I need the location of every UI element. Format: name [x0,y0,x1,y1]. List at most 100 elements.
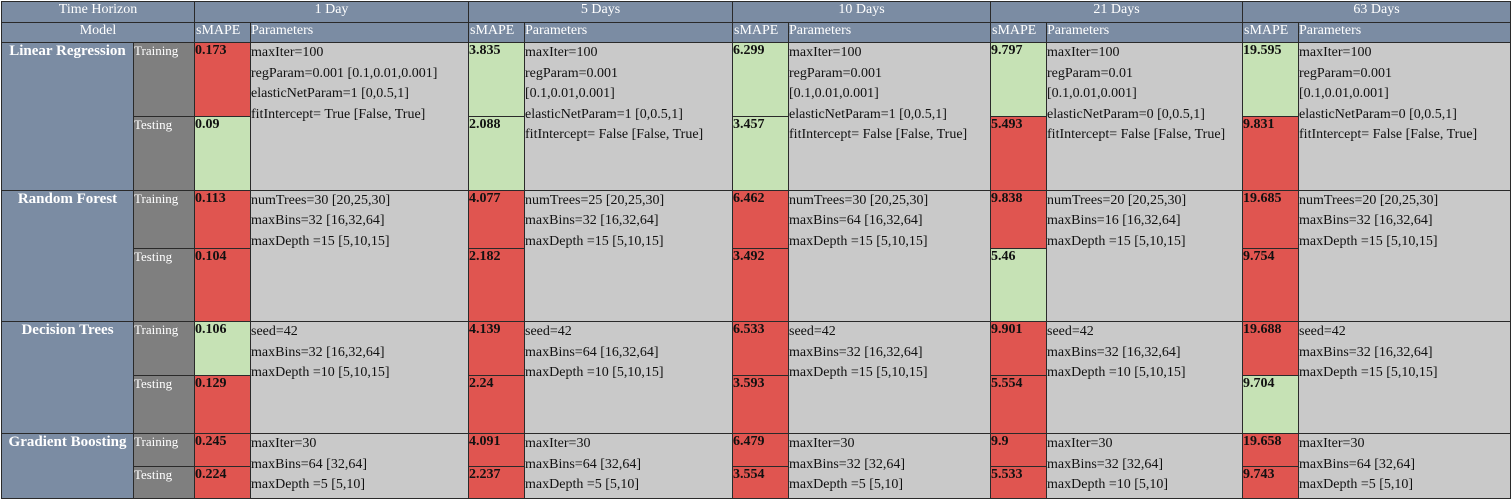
training-label: Training [133,321,195,377]
horizon-header-21-days: 21 Days [990,1,1244,23]
parameter-line: maxBins=32 [16,32,64] [251,213,385,229]
parameters-5-days: numTrees=25 [20,25,30] maxBins=32 [16,32,… [524,189,734,323]
smape-header: sMAPE [732,21,790,44]
parameter-line: regParam=0.001 [789,65,883,81]
smape-testing-1-day: 0.129 [194,375,251,435]
smape-testing-63-days: 9.743 [1242,466,1300,499]
testing-label: Testing [133,247,195,323]
parameter-line: numTrees=20 [20,25,30] [1299,192,1439,208]
smape-training-10-days: 6.299 [732,42,790,118]
testing-label: Testing [133,375,195,435]
parameter-line: maxDepth =5 [5,10] [789,477,904,493]
parameter-line: maxBins=32 [16,32,64] [251,344,385,360]
parameter-line: regParam=0.001 [1299,65,1393,81]
smape-testing-5-days: 2.182 [468,247,526,323]
smape-training-5-days: 4.091 [468,433,526,468]
smape-training-21-days: 9.838 [990,189,1048,249]
parameter-line: maxIter=30 [789,436,855,452]
smape-testing-63-days: 9.704 [1242,375,1300,435]
parameter-line: seed=42 [789,324,836,340]
smape-training-1-day: 0.113 [194,189,251,249]
parameters-21-days: numTrees=20 [20,25,30] maxBins=16 [16,32,… [1046,189,1244,323]
parameters-10-days: numTrees=30 [20,25,30] maxBins=64 [16,32,… [788,189,992,323]
parameter-line: [0.1,0.01,0.001] [525,86,615,102]
smape-training-21-days: 9.9 [990,433,1048,468]
parameters-header: Parameters [1298,21,1511,44]
smape-testing-21-days: 5.533 [990,466,1048,499]
parameter-line: seed=42 [525,324,572,340]
smape-testing-1-day: 0.104 [194,247,251,323]
parameter-line: maxDepth =5 [5,10] [525,477,640,493]
parameters-63-days: maxIter=30 maxBins=64 [32,64] maxDepth =5 … [1298,433,1511,499]
parameter-line: maxDepth =10 [5,10,15] [525,365,664,381]
parameter-line: maxBins=32 [32,64] [1047,456,1164,472]
parameter-line: regParam=0.001 [0.1,0.01,0.001] [251,65,438,81]
training-label: Training [133,189,195,249]
parameter-line: seed=42 [1047,324,1094,340]
smape-training-1-day: 0.173 [194,42,251,118]
parameter-line: maxBins=16 [16,32,64] [1047,213,1181,229]
model-row-testing: Testing 0.104 2.182 3.492 5.46 9.754 [2,247,1511,323]
model-name-gradient-boosting: Gradient Boosting [1,433,134,499]
parameter-line: maxBins=32 [16,32,64] [789,344,923,360]
smape-testing-1-day: 0.224 [194,466,251,499]
results-table: Time Horizon 1 Day 5 Days 10 Days 21 Day… [1,1,1511,499]
parameters-5-days: seed=42 maxBins=64 [16,32,64] maxDepth =10… [524,321,734,435]
parameter-line: maxDepth =15 [5,10,15] [789,365,928,381]
time-horizon-header: Time Horizon [1,1,195,23]
table-body: Time Horizon 1 Day 5 Days 10 Days 21 Day… [1,1,1511,499]
parameter-line: fitIntercept= False [False, True] [1047,127,1226,143]
header-row-columns: Model sMAPE Parameters sMAPE Parameters … [1,21,1511,44]
parameters-21-days: seed=42 maxBins=32 [16,32,64] maxDepth =10… [1046,321,1244,435]
parameter-line: [0.1,0.01,0.001] [789,86,879,102]
model-row-testing: Testing 0.224 2.237 3.554 5.533 9.743 [2,466,1511,499]
parameter-line: maxIter=30 [525,436,591,452]
parameter-line: elasticNetParam=1 [0,0.5,1] [251,86,409,102]
parameter-line: maxIter=30 [1047,436,1113,452]
parameter-line: maxDepth =15 [5,10,15] [789,233,928,249]
parameter-line: maxBins=32 [16,32,64] [1299,344,1433,360]
parameters-63-days: seed=42 maxBins=32 [16,32,64] maxDepth =15… [1298,321,1511,435]
parameter-line: maxDepth =5 [5,10] [1299,477,1414,493]
model-name-decision-trees: Decision Trees [1,321,134,435]
header-row-horizon: Time Horizon 1 Day 5 Days 10 Days 21 Day… [1,1,1511,23]
model-row-testing: Testing 0.09 2.088 3.457 5.493 9.831 [2,116,1511,191]
smape-header: sMAPE [1242,21,1300,44]
smape-training-63-days: 19.658 [1242,433,1300,468]
smape-training-63-days: 19.685 [1242,189,1300,249]
parameter-line: maxDepth =10 [5,10,15] [251,365,390,381]
parameter-line: maxIter=100 [251,45,324,61]
smape-testing-10-days: 3.457 [732,116,790,191]
parameter-line: [0.1,0.01,0.001] [1047,86,1137,102]
parameter-line: maxBins=64 [16,32,64] [789,213,923,229]
parameter-line: maxDepth =15 [5,10,15] [251,233,390,249]
parameters-63-days: maxIter=100 regParam=0.001 [0.1,0.01,0.001… [1298,42,1511,191]
training-label: Training [133,42,195,118]
model-row-training: Decision Trees Training 0.106 seed=42 maxBin… [1,321,1511,435]
parameter-line: maxBins=32 [16,32,64] [1299,213,1433,229]
smape-testing-21-days: 5.493 [990,116,1048,191]
smape-testing-63-days: 9.754 [1242,247,1300,323]
smape-testing-1-day: 0.09 [194,116,251,191]
horizon-header-1-day: 1 Day [193,1,470,23]
parameters-21-days: maxIter=100 regParam=0.01 [0.1,0.01,0.001]… [1046,42,1244,191]
parameter-line: seed=42 [1299,324,1346,340]
parameter-line: numTrees=30 [20,25,30] [251,192,391,208]
smape-testing-5-days: 2.088 [468,116,526,191]
parameter-line: [0.1,0.01,0.001] [1299,86,1389,102]
smape-testing-63-days: 9.831 [1242,116,1300,191]
parameters-10-days: maxIter=100 regParam=0.001 [0.1,0.01,0.001… [788,42,992,191]
parameter-line: maxDepth =15 [5,10,15] [1299,365,1438,381]
testing-label: Testing [133,466,195,499]
parameter-line: maxBins=64 [32,64] [1299,456,1416,472]
parameters-1-day: numTrees=30 [20,25,30] maxBins=32 [16,32,… [249,189,470,323]
smape-testing-10-days: 3.492 [732,247,790,323]
parameter-line: maxDepth =10 [5,10,15] [1047,365,1186,381]
smape-testing-10-days: 3.593 [732,375,790,435]
smape-testing-21-days: 5.554 [990,375,1048,435]
smape-training-5-days: 4.139 [468,321,526,377]
horizon-header-10-days: 10 Days [732,1,992,23]
parameters-1-day: maxIter=30 maxBins=64 [32,64] maxDepth =5 … [249,433,470,499]
parameters-10-days: seed=42 maxBins=32 [16,32,64] maxDepth =15… [788,321,992,435]
parameter-line: numTrees=25 [20,25,30] [525,192,665,208]
